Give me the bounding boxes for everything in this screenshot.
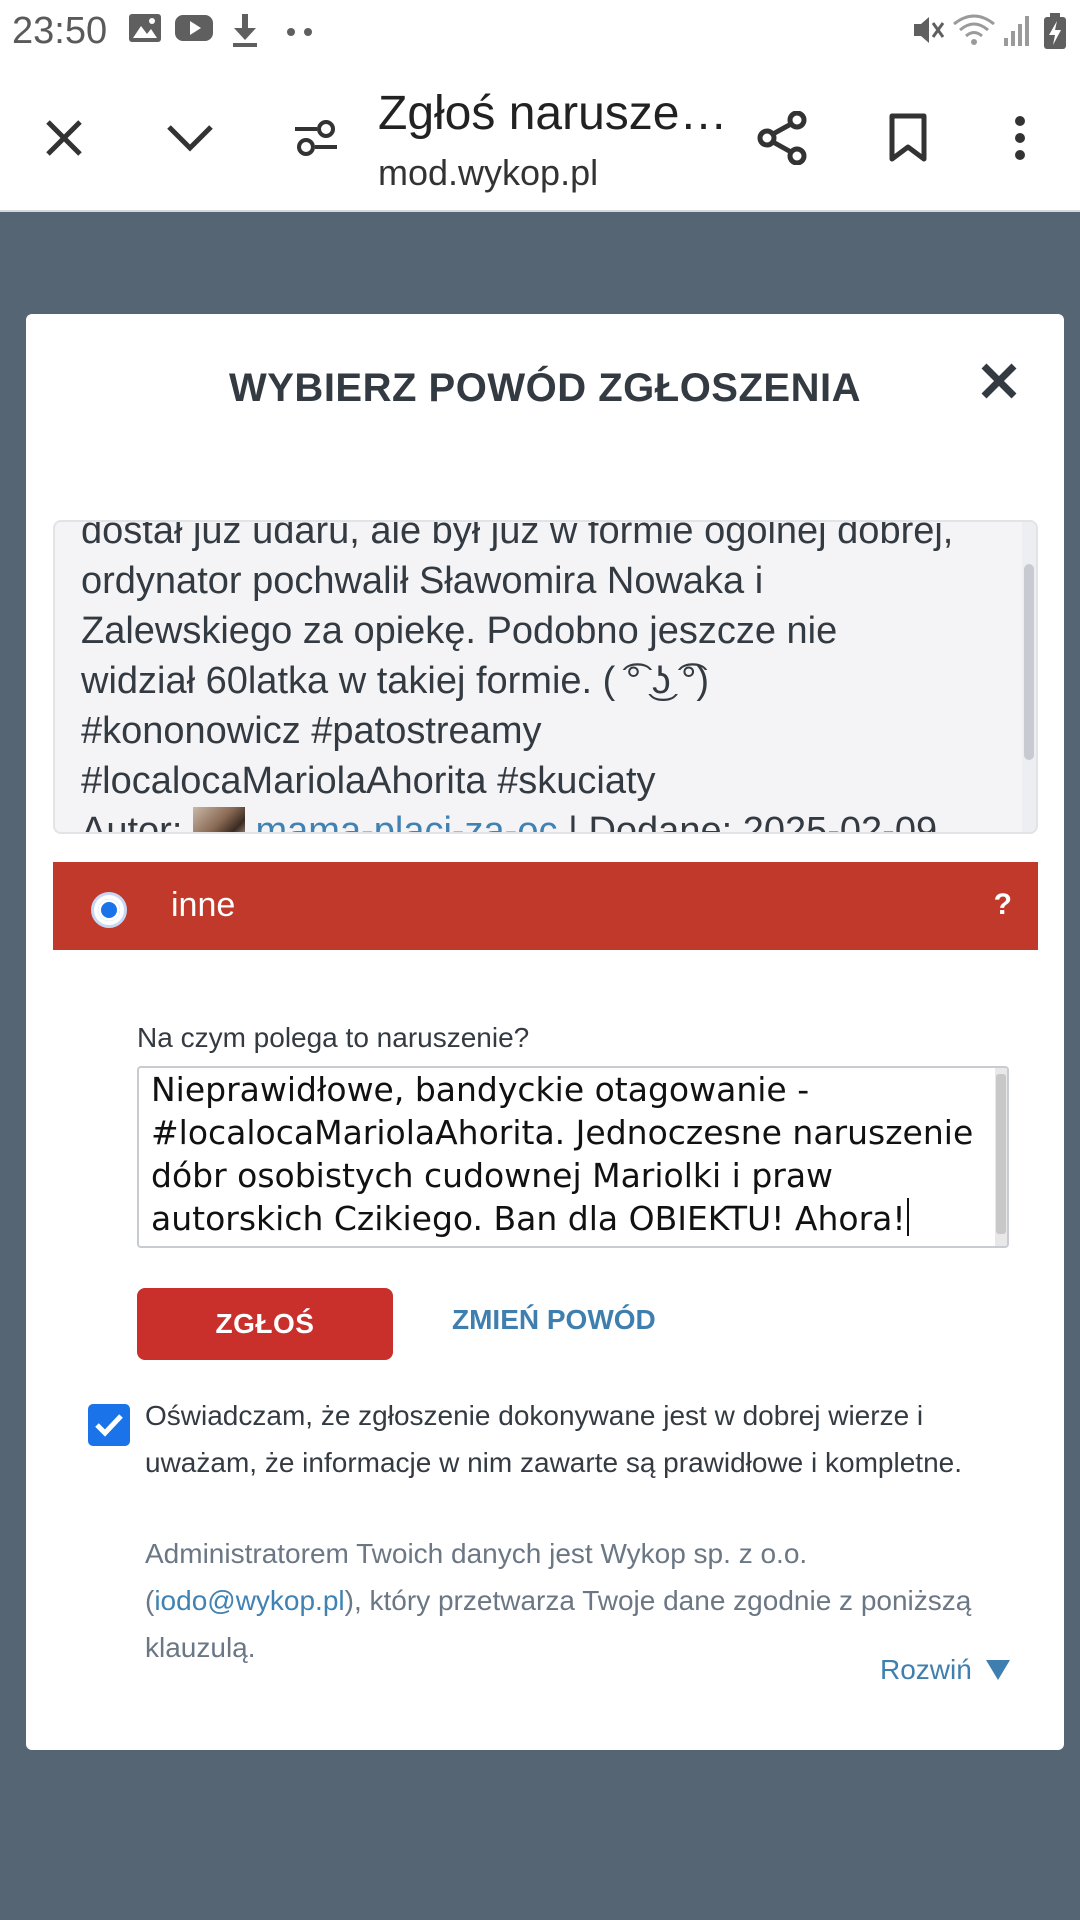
wifi-icon (952, 12, 996, 53)
more-vert-icon[interactable] (990, 108, 1050, 168)
content-line: ordynator pochwalił Sławomira Nowaka i (81, 560, 764, 602)
textarea-line: #localocaMariolaAhorita. Jednoczesne nar… (151, 1113, 974, 1152)
reason-radio[interactable] (91, 892, 127, 928)
help-icon[interactable]: ? (994, 888, 1012, 922)
mute-icon (910, 12, 946, 53)
share-icon[interactable] (752, 108, 812, 168)
page-url[interactable]: mod.wykop.pl (378, 152, 598, 194)
expand-button[interactable]: Rozwiń (880, 1654, 1012, 1686)
page-title[interactable]: Zgłoś narusze… (378, 86, 728, 141)
violation-description-textarea[interactable]: Nieprawidłowe, bandyckie otagowanie - #l… (137, 1066, 1009, 1248)
declaration-checkbox[interactable] (88, 1404, 130, 1446)
reported-content-box[interactable]: dostał już udaru, ale był już w formie o… (53, 520, 1038, 834)
download-icon (230, 12, 260, 53)
status-bar: 23:50 (0, 0, 1080, 64)
author-link[interactable]: mama-placi-za-oc (256, 810, 558, 832)
checkmark-icon (95, 1414, 123, 1437)
textarea-line: dóbr osobistych cudownej Mariolki i praw (151, 1156, 834, 1195)
text-caret (906, 1198, 909, 1236)
textarea-scrollbar-thumb[interactable] (996, 1074, 1006, 1234)
content-scrollbar[interactable] (1022, 522, 1036, 832)
gallery-icon (128, 12, 162, 49)
content-scrollbar-thumb[interactable] (1024, 564, 1034, 760)
content-line: #kononowicz #patostreamy (81, 710, 542, 752)
close-icon[interactable] (34, 108, 94, 168)
author-label: Autor: (81, 810, 183, 834)
chevron-down-icon[interactable] (160, 108, 220, 168)
submit-report-button[interactable]: ZGŁOŚ (137, 1288, 393, 1360)
content-line: Zalewskiego za opiekę. Podobno jeszcze n… (81, 610, 838, 652)
reported-content-text: dostał już udaru, ale był już w formie o… (81, 520, 1001, 834)
avatar (192, 807, 245, 832)
content-line: #localocaMariolaAhorita #skuciaty (81, 760, 656, 802)
reason-label: inne (171, 886, 236, 924)
reason-option-inne[interactable]: inne ? (53, 862, 1038, 950)
textarea-line: autorskich Czikiego. Ban dla OBIEKTU! Ah… (151, 1199, 906, 1238)
declaration-text: Oświadczam, że zgłoszenie dokonywane jes… (145, 1400, 962, 1478)
question-label: Na czym polega to naruszenie? (137, 1022, 530, 1053)
close-icon[interactable] (976, 358, 1022, 404)
battery-charging-icon (1042, 12, 1068, 55)
modal-title: WYBIERZ POWÓD ZGŁOSZENIA (229, 366, 861, 410)
signal-icon (1002, 12, 1032, 53)
admin-notice: Administratorem Twoich danych jest Wykop… (145, 1530, 1025, 1671)
textarea-line: Nieprawidłowe, bandyckie otagowanie - (151, 1070, 810, 1109)
status-time: 23:50 (12, 10, 108, 52)
content-line: dostał już udaru, ale był już w formie o… (81, 520, 954, 552)
youtube-icon (174, 12, 214, 49)
date-text: | Dodane: 2025-02-09 (568, 810, 938, 834)
tune-icon[interactable] (286, 108, 346, 168)
admin-email-link[interactable]: iodo@wykop.pl (154, 1585, 344, 1616)
textarea-scrollbar[interactable] (995, 1068, 1007, 1246)
browser-toolbar: Zgłoś narusze… mod.wykop.pl (0, 64, 1080, 212)
textarea-content: Nieprawidłowe, bandyckie otagowanie - #l… (151, 1068, 991, 1240)
author-line: Autor: mama-placi-za-oc | Dodane: 2025-0… (81, 806, 1001, 834)
content-line: widział 60latka w takiej formie. ( ͡° ͜ʖ… (81, 660, 710, 702)
report-modal: WYBIERZ POWÓD ZGŁOSZENIA dostał już udar… (26, 314, 1064, 1750)
triangle-down-icon (985, 1660, 1010, 1680)
change-reason-button[interactable]: ZMIEŃ POWÓD (452, 1304, 656, 1336)
more-dots-icon (286, 24, 316, 42)
textarea-last-line: autorskich Czikiego. Ban dla OBIEKTU! Ah… (151, 1197, 991, 1240)
expand-label: Rozwiń (880, 1654, 972, 1685)
bookmark-icon[interactable] (878, 108, 938, 168)
